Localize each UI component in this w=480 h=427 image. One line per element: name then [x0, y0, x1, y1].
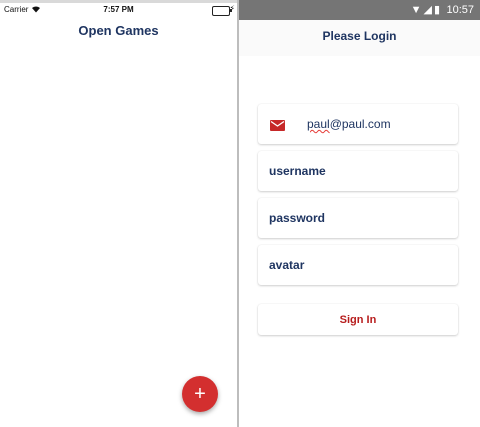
- page-title: Open Games: [78, 23, 159, 38]
- password-placeholder: password: [269, 211, 326, 225]
- sign-in-button[interactable]: Sign In: [258, 304, 458, 335]
- ios-screen: Carrier 7:57 PM ⚡ Open Games +: [0, 0, 237, 427]
- battery-icon: [212, 6, 232, 16]
- add-game-button[interactable]: +: [182, 376, 218, 412]
- login-title: Please Login: [322, 29, 397, 43]
- email-field[interactable]: paul@paul.com: [258, 104, 458, 144]
- android-screen: ▼◢▮ 10:57 Please Login paul@paul.com use…: [239, 0, 480, 427]
- android-clock: 10:57: [446, 4, 474, 16]
- mail-icon: [270, 118, 285, 131]
- avatar-field[interactable]: avatar: [258, 245, 458, 285]
- charging-icon: ⚡: [229, 4, 235, 13]
- username-placeholder: username: [269, 164, 326, 178]
- password-field[interactable]: password: [258, 198, 458, 238]
- plus-icon: +: [194, 383, 206, 405]
- email-value: paul@paul.com: [307, 117, 391, 131]
- android-status-bar: ▼◢▮ 10:57: [239, 0, 480, 20]
- ios-clock: 7:57 PM: [103, 5, 134, 14]
- avatar-placeholder: avatar: [269, 258, 305, 272]
- ios-status-bar: Carrier 7:57 PM ⚡: [0, 3, 237, 17]
- signal-icon: ▼◢▮: [410, 4, 442, 16]
- username-field[interactable]: username: [258, 151, 458, 191]
